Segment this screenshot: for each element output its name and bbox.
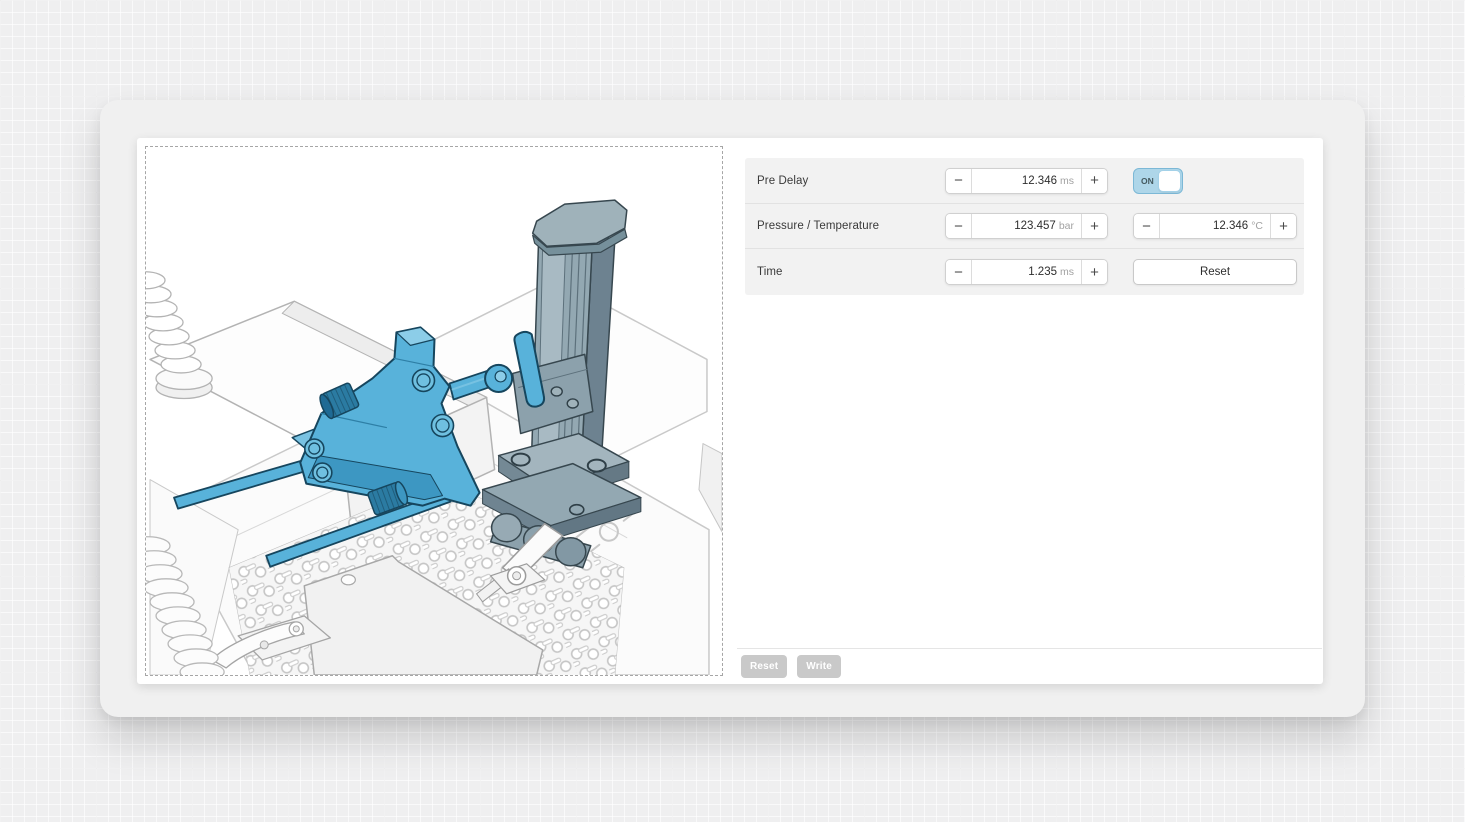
toggle-knob[interactable] [1158, 170, 1181, 192]
time-reset-button[interactable]: Reset [1133, 259, 1297, 285]
minus-icon: − [1142, 219, 1151, 234]
footer-reset-button[interactable]: Reset [741, 655, 787, 678]
model-viewport[interactable] [145, 146, 723, 676]
time-decrement-button[interactable]: − [946, 260, 972, 284]
pressure-unit: bar [1059, 220, 1074, 232]
time-field: ms [972, 260, 1081, 284]
content-panel: Pre Delay − ms + [137, 138, 1323, 684]
pressure-decrement-button[interactable]: − [946, 214, 972, 238]
pre-delay-field: ms [972, 169, 1081, 193]
pre-delay-input[interactable] [976, 175, 1057, 187]
pre-delay-stepper: − ms + [945, 168, 1108, 194]
temperature-stepper: − °C + [1133, 213, 1297, 239]
pre-delay-increment-button[interactable]: + [1081, 169, 1107, 193]
temperature-increment-button[interactable]: + [1270, 214, 1296, 238]
minus-icon: − [954, 265, 963, 280]
temperature-unit: °C [1251, 220, 1263, 232]
temperature-decrement-button[interactable]: − [1134, 214, 1160, 238]
pre-delay-toggle[interactable]: ON [1133, 168, 1183, 194]
plus-icon: + [1090, 173, 1099, 188]
pressure-field: bar [972, 214, 1081, 238]
pressure-increment-button[interactable]: + [1081, 214, 1107, 238]
pre-delay-label: Pre Delay [757, 175, 808, 187]
pre-delay-unit: ms [1060, 175, 1074, 187]
time-stepper: − ms + [945, 259, 1108, 285]
minus-icon: − [954, 219, 963, 234]
plus-icon: + [1279, 219, 1288, 234]
time-increment-button[interactable]: + [1081, 260, 1107, 284]
pressure-temperature-label: Pressure / Temperature [757, 220, 879, 232]
control-row-time: Time − ms + [745, 248, 1304, 295]
temperature-input[interactable] [1164, 220, 1248, 232]
minus-icon: − [954, 173, 963, 188]
temperature-field: °C [1160, 214, 1270, 238]
toggle-on-label: ON [1141, 176, 1154, 186]
plus-icon: + [1090, 265, 1099, 280]
control-row-pre-delay: Pre Delay − ms + [745, 158, 1304, 203]
pressure-stepper: − bar + [945, 213, 1108, 239]
corrugated-hose-top [146, 272, 212, 399]
pre-delay-decrement-button[interactable]: − [946, 169, 972, 193]
time-input[interactable] [976, 266, 1057, 278]
footer-write-button[interactable]: Write [797, 655, 841, 678]
footer-bar: Reset Write [737, 648, 1322, 684]
time-unit: ms [1060, 266, 1074, 278]
pressure-input[interactable] [976, 220, 1056, 232]
control-row-pressure-temperature: Pressure / Temperature − bar + [745, 203, 1304, 248]
plus-icon: + [1090, 219, 1099, 234]
time-label: Time [757, 266, 783, 278]
controls-table: Pre Delay − ms + [745, 158, 1304, 295]
machine-illustration [146, 147, 722, 675]
app-window: Pre Delay − ms + [100, 100, 1365, 717]
